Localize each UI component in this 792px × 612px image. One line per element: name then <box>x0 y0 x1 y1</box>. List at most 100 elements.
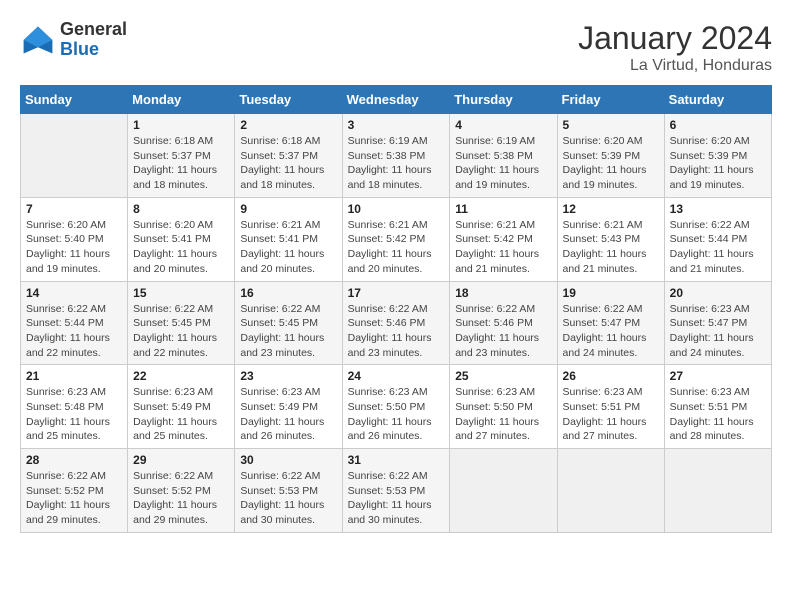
day-info: Sunrise: 6:22 AMSunset: 5:46 PMDaylight:… <box>348 302 445 361</box>
day-number: 11 <box>455 202 551 216</box>
day-info: Sunrise: 6:20 AMSunset: 5:39 PMDaylight:… <box>563 134 659 193</box>
day-number: 6 <box>670 118 766 132</box>
day-header-saturday: Saturday <box>664 86 771 114</box>
calendar-cell <box>21 114 128 198</box>
day-info: Sunrise: 6:22 AMSunset: 5:44 PMDaylight:… <box>670 218 766 277</box>
day-number: 2 <box>240 118 336 132</box>
calendar-cell: 6 Sunrise: 6:20 AMSunset: 5:39 PMDaylight… <box>664 114 771 198</box>
calendar-cell: 26 Sunrise: 6:23 AMSunset: 5:51 PMDayligh… <box>557 365 664 449</box>
calendar-cell: 21Sunrise: 6:23 AMSunset: 5:48 PMDayligh… <box>21 365 128 449</box>
week-row-1: 1 Sunrise: 6:18 AMSunset: 5:37 PMDaylight… <box>21 114 772 198</box>
day-header-friday: Friday <box>557 86 664 114</box>
day-info: Sunrise: 6:23 AMSunset: 5:51 PMDaylight:… <box>670 385 766 444</box>
calendar-cell: 17 Sunrise: 6:22 AMSunset: 5:46 PMDayligh… <box>342 281 450 365</box>
calendar-cell: 14Sunrise: 6:22 AMSunset: 5:44 PMDayligh… <box>21 281 128 365</box>
day-info: Sunrise: 6:20 AMSunset: 5:39 PMDaylight:… <box>670 134 766 193</box>
day-info: Sunrise: 6:22 AMSunset: 5:45 PMDaylight:… <box>133 302 229 361</box>
calendar-cell: 8 Sunrise: 6:20 AMSunset: 5:41 PMDaylight… <box>128 197 235 281</box>
day-number: 17 <box>348 286 445 300</box>
day-info: Sunrise: 6:18 AMSunset: 5:37 PMDaylight:… <box>133 134 229 193</box>
day-info: Sunrise: 6:23 AMSunset: 5:50 PMDaylight:… <box>455 385 551 444</box>
calendar-cell: 19Sunrise: 6:22 AMSunset: 5:47 PMDayligh… <box>557 281 664 365</box>
calendar-cell: 25 Sunrise: 6:23 AMSunset: 5:50 PMDayligh… <box>450 365 557 449</box>
day-info: Sunrise: 6:19 AMSunset: 5:38 PMDaylight:… <box>348 134 445 193</box>
day-info: Sunrise: 6:21 AMSunset: 5:43 PMDaylight:… <box>563 218 659 277</box>
day-info: Sunrise: 6:22 AMSunset: 5:47 PMDaylight:… <box>563 302 659 361</box>
week-row-4: 21Sunrise: 6:23 AMSunset: 5:48 PMDayligh… <box>21 365 772 449</box>
calendar-cell: 15Sunrise: 6:22 AMSunset: 5:45 PMDayligh… <box>128 281 235 365</box>
day-number: 25 <box>455 369 551 383</box>
day-info: Sunrise: 6:22 AMSunset: 5:46 PMDaylight:… <box>455 302 551 361</box>
day-number: 30 <box>240 453 336 467</box>
day-number: 10 <box>348 202 445 216</box>
calendar-cell: 2 Sunrise: 6:18 AMSunset: 5:37 PMDaylight… <box>235 114 342 198</box>
day-info: Sunrise: 6:23 AMSunset: 5:49 PMDaylight:… <box>240 385 336 444</box>
calendar-cell: 3 Sunrise: 6:19 AMSunset: 5:38 PMDaylight… <box>342 114 450 198</box>
calendar-table: SundayMondayTuesdayWednesdayThursdayFrid… <box>20 85 772 533</box>
day-info: Sunrise: 6:22 AMSunset: 5:52 PMDaylight:… <box>26 469 122 528</box>
day-number: 31 <box>348 453 445 467</box>
logo: General Blue <box>20 20 127 60</box>
day-number: 14 <box>26 286 122 300</box>
day-info: Sunrise: 6:19 AMSunset: 5:38 PMDaylight:… <box>455 134 551 193</box>
logo-text: General Blue <box>60 20 127 60</box>
day-info: Sunrise: 6:23 AMSunset: 5:49 PMDaylight:… <box>133 385 229 444</box>
calendar-cell: 30Sunrise: 6:22 AMSunset: 5:53 PMDayligh… <box>235 449 342 533</box>
title-area: January 2024 La Virtud, Honduras <box>578 20 772 75</box>
calendar-cell: 20 Sunrise: 6:23 AMSunset: 5:47 PMDayligh… <box>664 281 771 365</box>
day-info: Sunrise: 6:22 AMSunset: 5:52 PMDaylight:… <box>133 469 229 528</box>
day-info: Sunrise: 6:20 AMSunset: 5:40 PMDaylight:… <box>26 218 122 277</box>
calendar-cell: 27 Sunrise: 6:23 AMSunset: 5:51 PMDayligh… <box>664 365 771 449</box>
day-number: 16 <box>240 286 336 300</box>
calendar-cell <box>664 449 771 533</box>
day-info: Sunrise: 6:21 AMSunset: 5:41 PMDaylight:… <box>240 218 336 277</box>
day-header-wednesday: Wednesday <box>342 86 450 114</box>
calendar-cell <box>557 449 664 533</box>
day-number: 1 <box>133 118 229 132</box>
calendar-cell: 1 Sunrise: 6:18 AMSunset: 5:37 PMDaylight… <box>128 114 235 198</box>
calendar-cell: 10Sunrise: 6:21 AMSunset: 5:42 PMDayligh… <box>342 197 450 281</box>
day-info: Sunrise: 6:20 AMSunset: 5:41 PMDaylight:… <box>133 218 229 277</box>
day-number: 27 <box>670 369 766 383</box>
day-number: 13 <box>670 202 766 216</box>
day-info: Sunrise: 6:18 AMSunset: 5:37 PMDaylight:… <box>240 134 336 193</box>
day-info: Sunrise: 6:23 AMSunset: 5:50 PMDaylight:… <box>348 385 445 444</box>
day-header-tuesday: Tuesday <box>235 86 342 114</box>
week-row-2: 7 Sunrise: 6:20 AMSunset: 5:40 PMDaylight… <box>21 197 772 281</box>
day-info: Sunrise: 6:23 AMSunset: 5:51 PMDaylight:… <box>563 385 659 444</box>
calendar-cell: 9 Sunrise: 6:21 AMSunset: 5:41 PMDaylight… <box>235 197 342 281</box>
day-number: 8 <box>133 202 229 216</box>
day-number: 23 <box>240 369 336 383</box>
calendar-cell: 16 Sunrise: 6:22 AMSunset: 5:45 PMDayligh… <box>235 281 342 365</box>
day-number: 12 <box>563 202 659 216</box>
day-info: Sunrise: 6:23 AMSunset: 5:48 PMDaylight:… <box>26 385 122 444</box>
day-info: Sunrise: 6:22 AMSunset: 5:53 PMDaylight:… <box>348 469 445 528</box>
day-number: 28 <box>26 453 122 467</box>
day-number: 20 <box>670 286 766 300</box>
calendar-cell: 12 Sunrise: 6:21 AMSunset: 5:43 PMDayligh… <box>557 197 664 281</box>
calendar-subtitle: La Virtud, Honduras <box>578 57 772 75</box>
day-header-monday: Monday <box>128 86 235 114</box>
calendar-title: January 2024 <box>578 20 772 57</box>
day-header-sunday: Sunday <box>21 86 128 114</box>
day-header-thursday: Thursday <box>450 86 557 114</box>
week-row-3: 14Sunrise: 6:22 AMSunset: 5:44 PMDayligh… <box>21 281 772 365</box>
day-info: Sunrise: 6:23 AMSunset: 5:47 PMDaylight:… <box>670 302 766 361</box>
calendar-cell <box>450 449 557 533</box>
calendar-cell: 22 Sunrise: 6:23 AMSunset: 5:49 PMDayligh… <box>128 365 235 449</box>
day-number: 3 <box>348 118 445 132</box>
day-number: 9 <box>240 202 336 216</box>
day-number: 22 <box>133 369 229 383</box>
calendar-cell: 18Sunrise: 6:22 AMSunset: 5:46 PMDayligh… <box>450 281 557 365</box>
day-number: 7 <box>26 202 122 216</box>
logo-icon <box>20 22 56 58</box>
day-number: 4 <box>455 118 551 132</box>
day-info: Sunrise: 6:22 AMSunset: 5:45 PMDaylight:… <box>240 302 336 361</box>
calendar-cell: 7 Sunrise: 6:20 AMSunset: 5:40 PMDaylight… <box>21 197 128 281</box>
day-info: Sunrise: 6:21 AMSunset: 5:42 PMDaylight:… <box>455 218 551 277</box>
calendar-cell: 5Sunrise: 6:20 AMSunset: 5:39 PMDaylight… <box>557 114 664 198</box>
logo-blue: Blue <box>60 40 127 60</box>
logo-general: General <box>60 20 127 40</box>
day-number: 26 <box>563 369 659 383</box>
calendar-cell: 13 Sunrise: 6:22 AMSunset: 5:44 PMDayligh… <box>664 197 771 281</box>
